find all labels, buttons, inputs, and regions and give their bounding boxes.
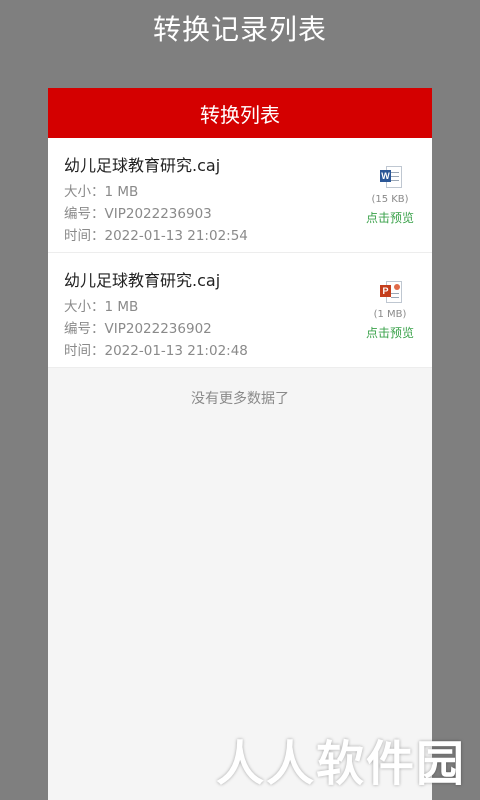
output-file-size: (15 KB) bbox=[371, 194, 409, 205]
time-label: 时间： bbox=[64, 228, 105, 244]
id-row: 编号：VIP2022236903 bbox=[64, 202, 212, 222]
time-row: 时间：2022-01-13 21:02:54 bbox=[64, 224, 248, 244]
no-more-data-text: 没有更多数据了 bbox=[191, 391, 289, 407]
size-value: 1 MB bbox=[104, 184, 139, 200]
id-value: VIP2022236903 bbox=[104, 206, 212, 222]
file-name: 幼儿足球教育研究.caj bbox=[64, 156, 221, 175]
file-name: 幼儿足球教育研究.caj bbox=[64, 271, 221, 290]
id-value: VIP2022236902 bbox=[104, 321, 212, 337]
word-doc-icon: W bbox=[380, 166, 402, 188]
time-value: 2022-01-13 21:02:48 bbox=[104, 343, 248, 359]
size-label: 大小： bbox=[64, 299, 105, 315]
size-value: 1 MB bbox=[104, 299, 139, 315]
conversion-list-panel: 转换列表 幼儿足球教育研究.caj 大小：1 MB 编号：VIP20222369… bbox=[48, 88, 432, 800]
powerpoint-doc-icon: P bbox=[380, 281, 402, 303]
list-item[interactable]: 幼儿足球教育研究.caj 大小：1 MB 编号：VIP2022236903 时间… bbox=[48, 138, 432, 253]
size-row: 大小：1 MB bbox=[64, 295, 138, 315]
time-label: 时间： bbox=[64, 343, 105, 359]
file-preview-box[interactable]: W (15 KB) 点击预览 bbox=[364, 166, 416, 226]
id-label: 编号： bbox=[64, 206, 105, 222]
output-file-size: (1 MB) bbox=[373, 309, 407, 320]
size-row: 大小：1 MB bbox=[64, 180, 138, 200]
page-title: 转换记录列表 bbox=[152, 13, 327, 46]
time-row: 时间：2022-01-13 21:02:48 bbox=[64, 339, 248, 359]
id-label: 编号： bbox=[64, 321, 105, 337]
file-preview-box[interactable]: P (1 MB) 点击预览 bbox=[364, 281, 416, 341]
preview-link[interactable]: 点击预览 bbox=[364, 209, 416, 226]
time-value: 2022-01-13 21:02:54 bbox=[104, 228, 248, 244]
size-label: 大小： bbox=[64, 184, 105, 200]
id-row: 编号：VIP2022236902 bbox=[64, 317, 212, 337]
list-item[interactable]: 幼儿足球教育研究.caj 大小：1 MB 编号：VIP2022236902 时间… bbox=[48, 253, 432, 368]
panel-header: 转换列表 bbox=[48, 88, 432, 138]
preview-link[interactable]: 点击预览 bbox=[364, 324, 416, 341]
watermark-logo: 人人软件园 bbox=[215, 736, 466, 792]
